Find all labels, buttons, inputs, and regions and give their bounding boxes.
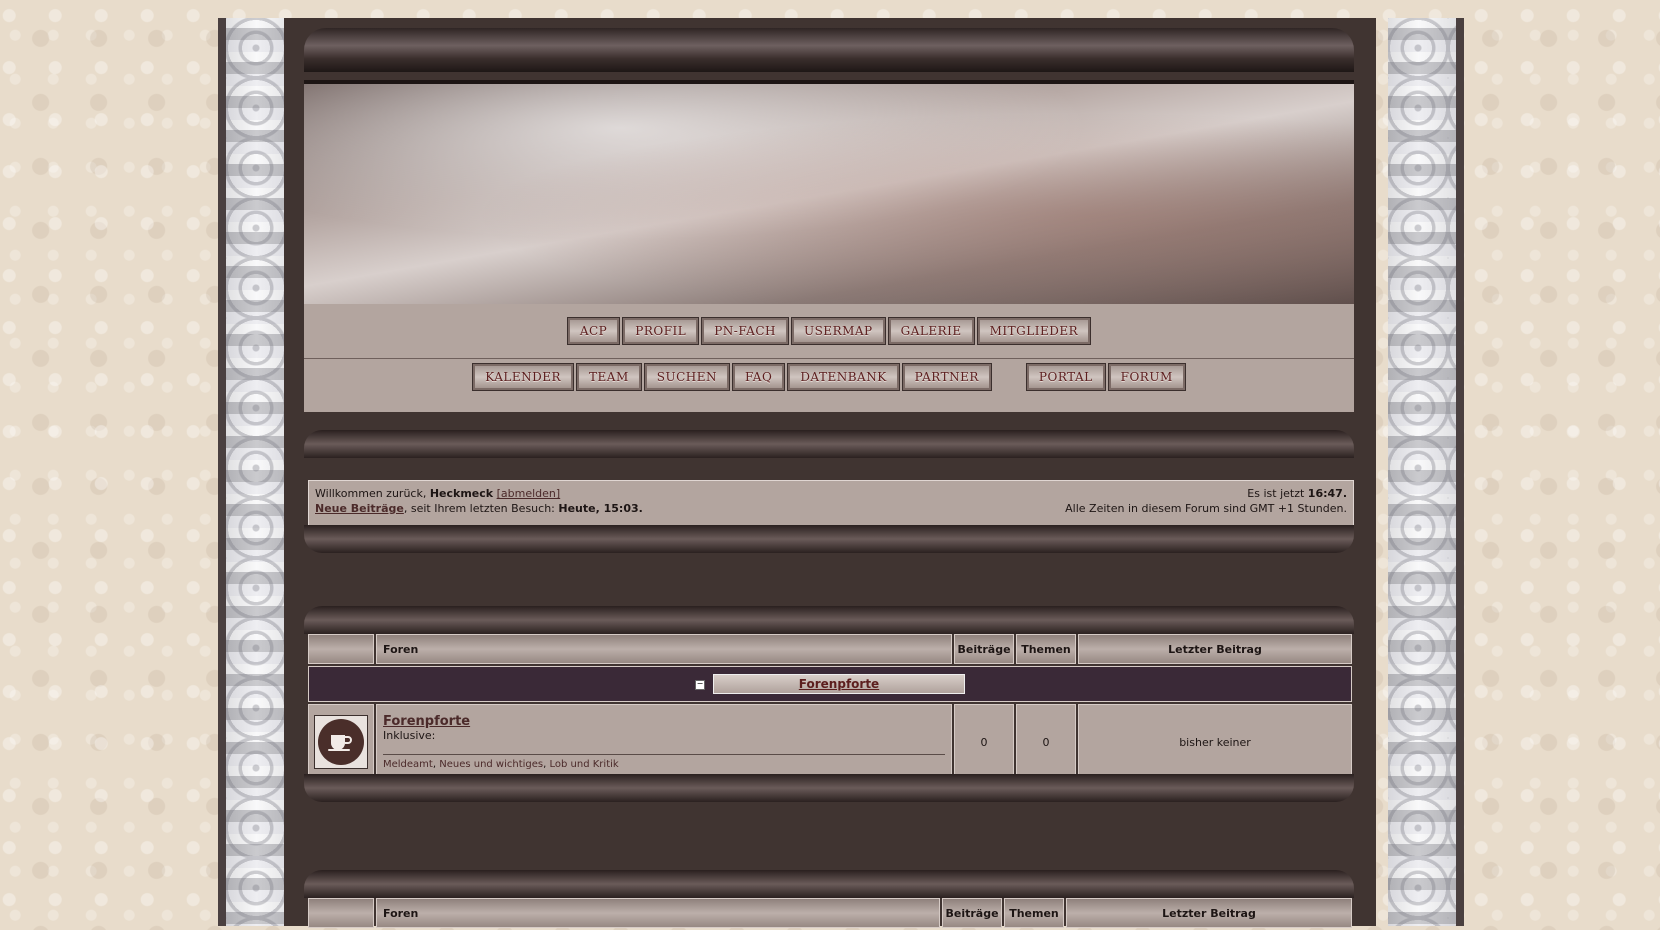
inklusive-label: Inklusive: (383, 729, 436, 742)
welcome-left: Willkommen zurück, Heckmeck [abmelden] N… (315, 487, 643, 515)
table-row: Forenpforte Inklusive: Meldeamt, Neues u… (308, 704, 1352, 780)
nav-suchen-button[interactable]: SUCHEN (643, 363, 731, 391)
info-top-cap (304, 430, 1354, 458)
last-visit-time: Heute, 15:03 (558, 502, 639, 515)
nav-portal-button[interactable]: PORTAL (1025, 363, 1106, 391)
forum-table-1: Foren Beiträge Themen Letzter Beitrag − F… (306, 632, 1354, 782)
nav-kalender-button[interactable]: KALENDER (472, 363, 575, 391)
table-header-row: Foren Beiträge Themen Letzter Beitrag (308, 634, 1352, 664)
topics-count: 0 (1016, 704, 1076, 780)
forum-icon-cell (308, 704, 374, 780)
current-time: 16:47 (1307, 487, 1343, 500)
subforum-link-lob[interactable]: Lob und Kritik (550, 759, 619, 770)
nav-spacer (995, 364, 1023, 390)
icon-column-header (308, 634, 374, 664)
table-header-row: Foren Beiträge Themen Letzter Beitrag (308, 898, 1352, 928)
last-post: bisher keiner (1078, 704, 1352, 780)
collapse-icon[interactable]: − (695, 680, 705, 690)
category-cell: − Forenpforte (308, 666, 1352, 702)
nav-datenbank-button[interactable]: DATENBANK (787, 363, 900, 391)
subforum-list: Meldeamt, Neues und wichtiges, Lob und K… (383, 754, 945, 770)
nav-faq-button[interactable]: FAQ (732, 363, 786, 391)
nav-forum-button[interactable]: FORUM (1107, 363, 1186, 391)
header-top-cap (304, 28, 1354, 72)
new-posts-link[interactable]: Neue Beiträge (315, 502, 404, 515)
letzter-beitrag-column-header: Letzter Beitrag (1066, 898, 1352, 928)
nav-row-2: KALENDER TEAM SUCHEN FAQ DATENBANK PARTN… (304, 363, 1354, 391)
header-banner (304, 80, 1354, 307)
themen-column-header: Themen (1004, 898, 1064, 928)
nav-team-button[interactable]: TEAM (576, 363, 642, 391)
current-time-prefix: Es ist jetzt (1247, 487, 1305, 500)
welcome-info-bar: Willkommen zurück, Heckmeck [abmelden] N… (308, 480, 1354, 526)
nav-galerie-button[interactable]: GALERIE (887, 317, 975, 345)
since-last-visit-text: , seit Ihrem letzten Besuch: (403, 502, 555, 515)
posts-count: 0 (954, 704, 1014, 780)
nav-row-1: ACP PROFIL PN-FACH USERMAP GALERIE MITGL… (304, 317, 1354, 345)
nav-partner-button[interactable]: PARTNER (901, 363, 992, 391)
nav-pnfach-button[interactable]: PN-FACH (701, 317, 789, 345)
nav-separator (304, 358, 1354, 359)
coffee-cup-icon (314, 715, 368, 769)
timezone-note: Alle Zeiten in diesem Forum sind GMT +1 … (1065, 502, 1347, 515)
forum-table-2: Foren Beiträge Themen Letzter Beitrag (306, 896, 1354, 930)
right-ornamental-border (1388, 18, 1464, 926)
welcome-prefix: Willkommen zurück, (315, 487, 427, 500)
foren-column-header: Foren (376, 634, 952, 664)
beitraege-column-header: Beiträge (954, 634, 1014, 664)
forum-title-link[interactable]: Forenpforte (383, 714, 945, 729)
page-container: ACP PROFIL PN-FACH USERMAP GALERIE MITGL… (284, 18, 1376, 928)
foren-column-header: Foren (376, 898, 940, 928)
letzter-beitrag-column-header: Letzter Beitrag (1078, 634, 1352, 664)
table2-top-cap (304, 870, 1354, 898)
nav-mitglieder-button[interactable]: MITGLIEDER (976, 317, 1092, 345)
info-bottom-cap (304, 525, 1354, 553)
nav-acp-button[interactable]: ACP (566, 317, 621, 345)
welcome-right: Es ist jetzt 16:47. Alle Zeiten in diese… (1065, 487, 1347, 515)
table1-top-cap (304, 606, 1354, 634)
left-ornamental-border (218, 18, 294, 926)
subforum-link-neues[interactable]: Neues und wichtiges (439, 759, 543, 770)
forum-info-cell: Forenpforte Inklusive: Meldeamt, Neues u… (376, 704, 952, 780)
icon-column-header (308, 898, 374, 928)
nav-usermap-button[interactable]: USERMAP (790, 317, 886, 345)
main-navigation: ACP PROFIL PN-FACH USERMAP GALERIE MITGL… (304, 304, 1354, 412)
category-row: − Forenpforte (308, 666, 1352, 702)
username[interactable]: Heckmeck (430, 487, 493, 500)
table1-bottom-cap (304, 774, 1354, 802)
themen-column-header: Themen (1016, 634, 1076, 664)
subforum-link-meldeamt[interactable]: Meldeamt (383, 759, 433, 770)
logout-link[interactable]: [abmelden] (497, 487, 561, 500)
category-link[interactable]: Forenpforte (713, 674, 965, 694)
beitraege-column-header: Beiträge (942, 898, 1002, 928)
nav-profil-button[interactable]: PROFIL (622, 317, 700, 345)
